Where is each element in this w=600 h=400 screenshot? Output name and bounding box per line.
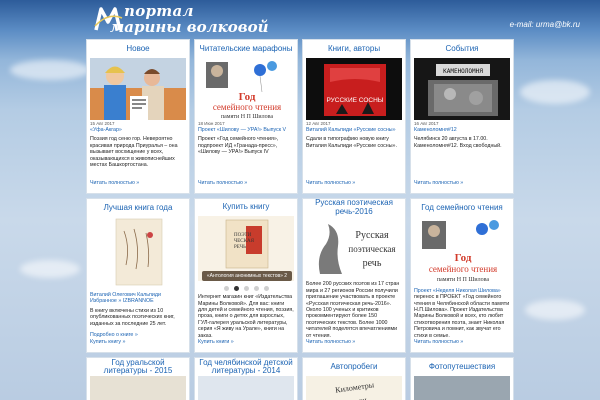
card-heading[interactable]: Читательские марафоны: [195, 40, 297, 58]
read-more-link[interactable]: Читать полностью »: [198, 180, 294, 187]
read-more-link[interactable]: Читать полностью »: [414, 339, 510, 346]
read-more-link[interactable]: Читать полностью »: [306, 180, 402, 187]
svg-text:речь: речь: [363, 258, 382, 269]
event-poster-image[interactable]: КАМЕНОЛОМНЯ: [414, 58, 510, 120]
svg-text:памяти Н П Шилова: памяти Н П Шилова: [221, 114, 273, 120]
card-books-authors: Книги, авторы РУССКИЕ СОСНЫ 12 Авг 2017 …: [302, 39, 406, 194]
card-heading[interactable]: Книги, авторы: [303, 40, 405, 58]
svg-text:ПОЭТИ: ПОЭТИ: [234, 233, 252, 238]
read-more-link[interactable]: Читать полностью »: [306, 339, 402, 346]
card-poetry-speech: Русская поэтическая речь-2016 Русская по…: [302, 198, 406, 353]
svg-text:и люди: и люди: [342, 395, 368, 400]
content-grid: Новое 15 Авг 2017 «Уфа-Акгар» Поэзия год…: [86, 39, 514, 400]
card-children-literature-year: Год челябинской детской литературы - 201…: [194, 357, 298, 400]
post-excerpt: Челябинск 20 августа в 17.00. Каменоломн…: [414, 136, 502, 149]
carousel-dots: [195, 286, 297, 292]
book-description: В книгу включены стихи из 10 опубликован…: [90, 307, 175, 327]
card-heading[interactable]: Купить книгу: [195, 199, 297, 216]
buy-book-carousel-image[interactable]: ПОЭТИ ЧЕСКАЯ РЕЧЬ «Антология анонимных т…: [198, 216, 294, 282]
carousel-dot[interactable]: [253, 286, 259, 292]
svg-text:поэтическая: поэтическая: [348, 244, 395, 254]
project-description: Более 200 русских поэтов из 17 стран мир…: [306, 281, 400, 339]
project-description: перенос в ПРОЕКТ «Год семейного чтения в…: [414, 294, 510, 339]
book-cover-image[interactable]: РУССКИЕ СОСНЫ: [306, 58, 402, 120]
shop-description: Интернет магазин книг «Издательства Мари…: [198, 294, 294, 339]
svg-text:ЧЕСКАЯ: ЧЕСКАЯ: [234, 239, 255, 244]
read-more-link[interactable]: Читать полностью »: [414, 180, 510, 187]
post-title-link[interactable]: «Уфа-Акгар»: [90, 127, 186, 133]
best-book-image[interactable]: [90, 217, 186, 289]
card-road-trips: Автопробеги Километры и люди: [302, 357, 406, 400]
card-heading[interactable]: Автопробеги: [303, 358, 405, 376]
carousel-dot[interactable]: [263, 286, 269, 292]
card-new: Новое 15 Авг 2017 «Уфа-Акгар» Поэзия год…: [86, 39, 190, 194]
card-heading[interactable]: Лучшая книга года: [87, 199, 189, 217]
card-heading[interactable]: Год семейного чтения: [411, 199, 513, 217]
buy-books-link[interactable]: Купить книги »: [198, 339, 294, 346]
family-photo-image[interactable]: [90, 58, 186, 120]
family-reading-poster-image[interactable]: Год семейного чтения памяти Н П Шилова: [414, 216, 510, 285]
svg-text:РЕЧЬ: РЕЧЬ: [234, 245, 246, 250]
card-heading[interactable]: События: [411, 40, 513, 58]
road-trips-image[interactable]: Километры и люди: [306, 376, 402, 400]
card-heading[interactable]: Новое: [87, 40, 189, 58]
card-heading[interactable]: Год уральской литературы - 2015: [87, 358, 189, 376]
cloud-decoration: [10, 60, 90, 80]
card-heading[interactable]: Русская поэтическая речь-2016: [303, 199, 405, 216]
book-title-link[interactable]: Виталий Олегович Кальпиди Избранное » IZ…: [90, 292, 186, 305]
poetry-speech-image[interactable]: Русская поэтическая речь: [306, 216, 402, 279]
svg-text:КАМЕНОЛОМНЯ: КАМЕНОЛОМНЯ: [443, 68, 483, 75]
svg-text:семейного чтения: семейного чтения: [213, 102, 281, 112]
carousel-dot-active[interactable]: [233, 286, 239, 292]
card-reading-marathons: Читательские марафоны Год семейного чтен…: [194, 39, 298, 194]
card-ural-literature-year: Год уральской литературы - 2015: [86, 357, 190, 400]
ural-literature-image[interactable]: [90, 376, 186, 400]
svg-text:семейного чтения: семейного чтения: [429, 264, 497, 274]
card-heading[interactable]: Год челябинской детской литературы - 201…: [195, 358, 297, 376]
card-photo-trips: Фотопутешествия: [410, 357, 514, 400]
svg-text:РУССКИЕ СОСНЫ: РУССКИЕ СОСНЫ: [326, 97, 383, 104]
card-best-book: Лучшая книга года Виталий Олегович Кальп…: [86, 198, 190, 353]
marathon-poster-image[interactable]: Год семейного чтения памяти Н П Шилова: [198, 58, 294, 120]
book-details-link[interactable]: Подробно о книге »: [90, 332, 186, 339]
logo-text-line2[interactable]: марины волковой: [110, 18, 269, 36]
photo-trips-image[interactable]: [414, 376, 510, 400]
read-more-link[interactable]: Читать полностью »: [90, 180, 186, 187]
carousel-dot[interactable]: [243, 286, 249, 292]
svg-text:памяти Н П Шилова: памяти Н П Шилова: [437, 277, 489, 283]
cloud-decoration: [520, 80, 590, 104]
email-link[interactable]: e-mail: urma@bk.ru: [510, 20, 580, 29]
cloud-decoration: [20, 260, 80, 278]
card-heading[interactable]: Фотопутешествия: [411, 358, 513, 376]
post-excerpt: Проект «Год семейного чтения», подпроект…: [198, 136, 279, 156]
carousel-caption: «Антология анонимных текстов» 2: [206, 273, 288, 280]
post-excerpt: Поэзия год сеню гор. Невероятно красивая…: [90, 136, 178, 169]
svg-text:Год: Год: [455, 252, 472, 264]
post-title-link[interactable]: Виталий Кальпиди «Русские сосны»: [306, 127, 402, 133]
card-family-reading-year: Год семейного чтения Год семейного чтени…: [410, 198, 514, 353]
post-title-link[interactable]: Каменоломня#12: [414, 127, 510, 133]
site-header: портал марины волковой e-mail: urma@bk.r…: [0, 0, 600, 38]
carousel-dot[interactable]: [223, 286, 229, 292]
svg-text:Русская: Русская: [355, 230, 389, 241]
buy-book-link[interactable]: Купить книгу »: [90, 339, 186, 346]
cloud-decoration: [525, 300, 585, 320]
children-literature-image[interactable]: [198, 376, 294, 400]
post-title-link[interactable]: Проект «Шилову — УРА!» Выпуск V: [198, 127, 294, 133]
post-excerpt: Сдали в типографию новую книгу Виталия К…: [306, 136, 397, 149]
card-events: События КАМЕНОЛОМНЯ 16 Авг 2017 Каменоло…: [410, 39, 514, 194]
svg-text:Километры: Километры: [335, 380, 376, 394]
card-buy-book: Купить книгу ПОЭТИ ЧЕСКАЯ РЕЧЬ «Антологи…: [194, 198, 298, 353]
